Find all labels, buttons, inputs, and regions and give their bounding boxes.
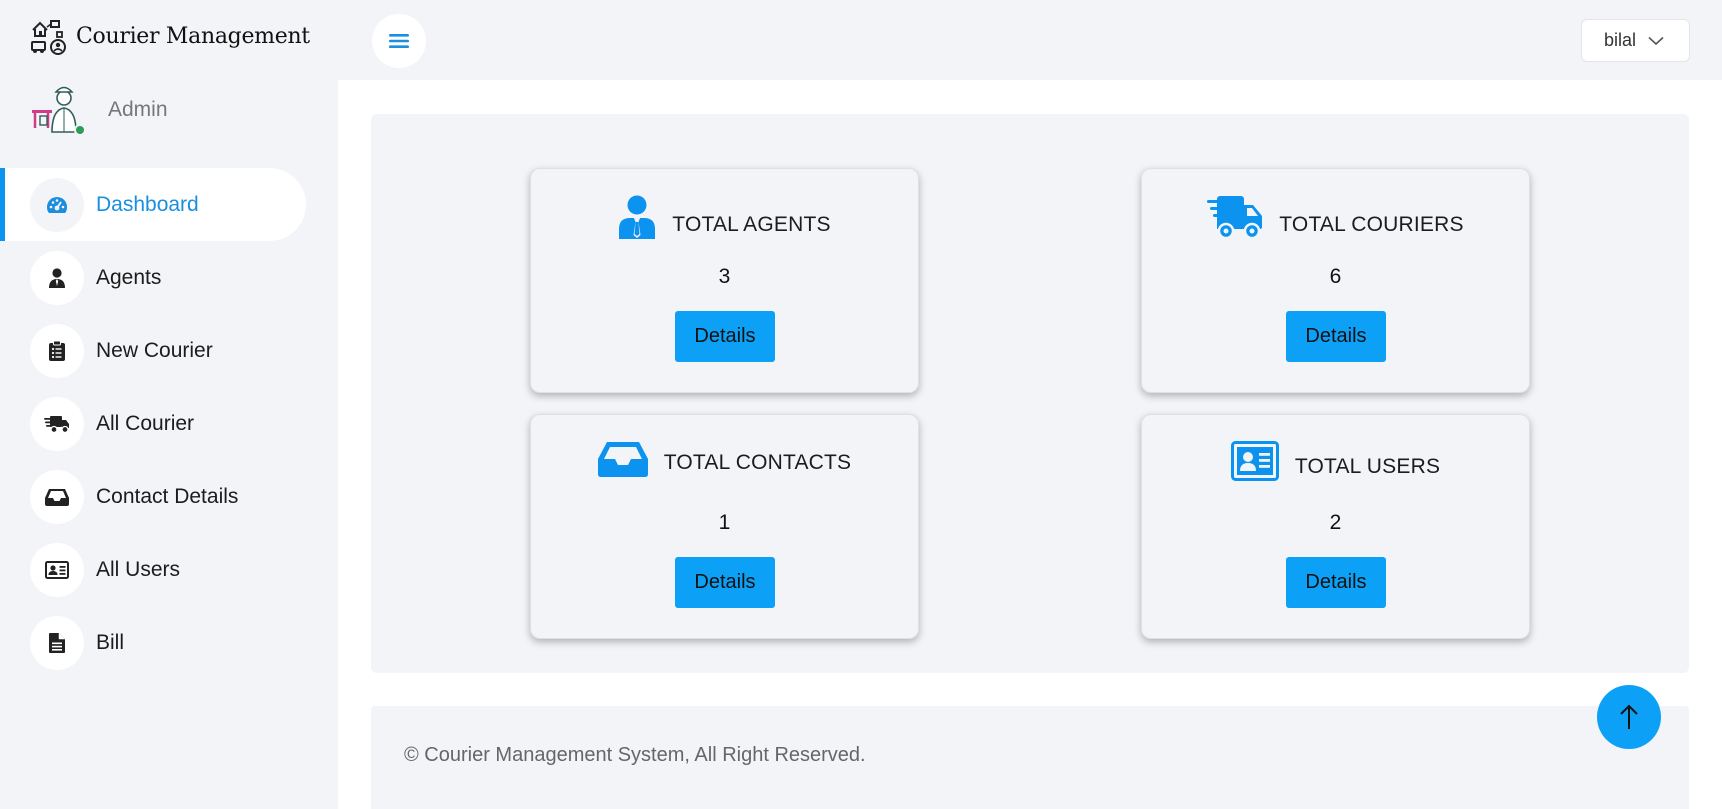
user-role: Admin bbox=[108, 98, 168, 121]
id-card-icon bbox=[1230, 441, 1279, 481]
details-button[interactable]: Details bbox=[675, 557, 775, 608]
card-count: 3 bbox=[718, 265, 731, 288]
card-title: TOTAL AGENTS bbox=[672, 213, 831, 236]
brand[interactable]: Courier Management bbox=[30, 16, 310, 56]
app-title: Courier Management bbox=[76, 23, 310, 49]
clipboard-list-icon bbox=[49, 340, 65, 361]
hamburger-icon bbox=[389, 34, 409, 48]
arrow-up-icon bbox=[1620, 704, 1638, 729]
sidebar-item-label: All Courier bbox=[96, 411, 195, 435]
inbox-icon bbox=[45, 488, 69, 506]
user-tie-icon bbox=[619, 195, 656, 239]
profile: Admin bbox=[30, 82, 168, 138]
sidebar-item-all-courier[interactable]: All Courier bbox=[0, 387, 338, 460]
sidebar-item-label: Bill bbox=[96, 630, 125, 654]
card-title: TOTAL USERS bbox=[1294, 455, 1441, 478]
copyright-text: © Courier Management System, All Right R… bbox=[404, 744, 866, 766]
sidebar-item-all-users[interactable]: All Users bbox=[0, 533, 338, 606]
truck-fast-icon bbox=[1207, 196, 1263, 239]
stat-card-contacts: TOTAL CONTACTS 1 Details bbox=[530, 414, 919, 639]
courier-logo-icon bbox=[31, 20, 66, 55]
truck-fast-icon bbox=[44, 415, 69, 433]
user-dropdown[interactable]: bilal bbox=[1581, 19, 1690, 62]
dashboard-gauge-icon bbox=[47, 196, 67, 213]
sidebar-item-agents[interactable]: Agents bbox=[0, 241, 338, 314]
user-tie-icon bbox=[49, 267, 65, 288]
details-button[interactable]: Details bbox=[1286, 557, 1386, 608]
card-count: 6 bbox=[1329, 265, 1342, 288]
footer: © Courier Management System, All Right R… bbox=[371, 706, 1689, 809]
details-button[interactable]: Details bbox=[1286, 311, 1386, 362]
top-bar: bilal bbox=[338, 0, 1722, 80]
sidebar: Courier Management Admin Dashboard Agent… bbox=[0, 0, 338, 809]
card-count: 1 bbox=[718, 511, 731, 534]
details-button[interactable]: Details bbox=[675, 311, 775, 362]
stat-card-agents: TOTAL AGENTS 3 Details bbox=[530, 168, 919, 393]
online-status-dot bbox=[74, 124, 86, 136]
sidebar-item-label: Agents bbox=[96, 265, 162, 289]
file-lines-icon bbox=[49, 632, 65, 653]
sidebar-item-label: Contact Details bbox=[96, 484, 239, 508]
user-name: bilal bbox=[1604, 30, 1637, 50]
chevron-down-icon bbox=[1648, 36, 1664, 45]
dashboard-panel: TOTAL AGENTS 3 Details TOTAL COURIERS 6 … bbox=[371, 114, 1689, 673]
card-title: TOTAL COURIERS bbox=[1279, 213, 1464, 236]
sidebar-item-bill[interactable]: Bill bbox=[0, 606, 338, 679]
avatar bbox=[30, 82, 86, 138]
card-title: TOTAL CONTACTS bbox=[663, 451, 852, 474]
back-to-top-button[interactable] bbox=[1597, 685, 1661, 749]
sidebar-toggle-button[interactable] bbox=[372, 14, 426, 68]
sidebar-nav: Dashboard Agents New Courier All Courier… bbox=[0, 168, 338, 679]
sidebar-item-label: All Users bbox=[96, 557, 181, 581]
sidebar-item-label: Dashboard bbox=[96, 192, 199, 216]
stat-card-users: TOTAL USERS 2 Details bbox=[1141, 414, 1530, 639]
sidebar-item-new-courier[interactable]: New Courier bbox=[0, 314, 338, 387]
stat-card-couriers: TOTAL COURIERS 6 Details bbox=[1141, 168, 1530, 393]
sidebar-item-dashboard[interactable]: Dashboard bbox=[0, 168, 306, 241]
card-count: 2 bbox=[1329, 511, 1342, 534]
sidebar-item-label: New Courier bbox=[96, 338, 213, 362]
id-card-icon bbox=[45, 560, 69, 579]
inbox-icon bbox=[597, 442, 648, 477]
sidebar-item-contact-details[interactable]: Contact Details bbox=[0, 460, 338, 533]
